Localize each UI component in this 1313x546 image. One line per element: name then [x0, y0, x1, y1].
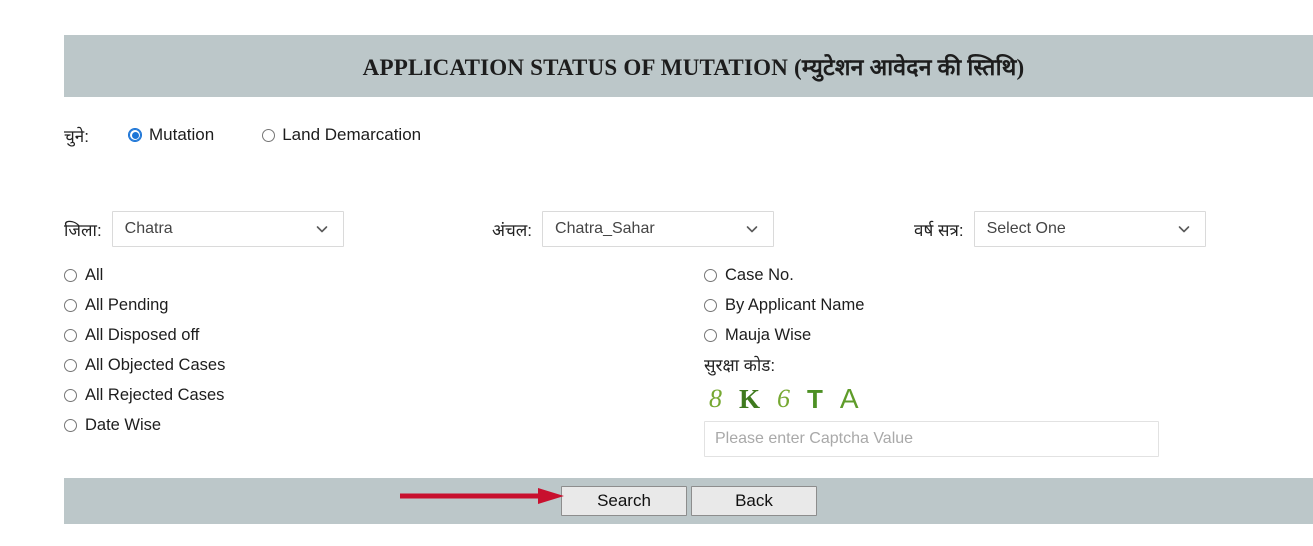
district-field-group: जिला: Chatra: [64, 210, 344, 248]
radio-all-icon[interactable]: [64, 268, 77, 282]
radio-all-rejected-cases-icon[interactable]: [64, 388, 77, 402]
district-label: जिला:: [64, 220, 102, 240]
radio-option-mutation[interactable]: Mutation: [128, 125, 214, 145]
radio-option-all-rejected-cases[interactable]: All Rejected Cases: [64, 380, 225, 410]
year-session-label: वर्ष सत्र:: [914, 220, 964, 240]
radio-option-by-applicant-name[interactable]: By Applicant Name: [704, 290, 864, 320]
captcha-char-4: T: [807, 384, 823, 414]
radio-all-pending-label: All Pending: [85, 295, 169, 314]
choose-type-row: चुने: Mutation Land Demarcation: [64, 120, 1313, 150]
back-button[interactable]: Back: [691, 486, 817, 516]
circle-select[interactable]: Chatra_Sahar: [542, 211, 775, 247]
page-footer: Search Back: [64, 478, 1313, 524]
radio-all-label: All: [85, 265, 104, 284]
radio-option-mauja-wise[interactable]: Mauja Wise: [704, 320, 864, 350]
radio-date-wise-icon[interactable]: [64, 418, 77, 432]
chevron-down-icon: [745, 222, 759, 236]
radio-all-objected-cases-label: All Objected Cases: [85, 355, 226, 374]
radio-land-demarcation-icon[interactable]: [262, 128, 276, 142]
radio-mauja-wise-icon[interactable]: [704, 328, 717, 342]
radio-option-land-demarcation[interactable]: Land Demarcation: [262, 125, 421, 145]
radio-option-date-wise[interactable]: Date Wise: [64, 410, 225, 440]
page-title: APPLICATION STATUS OF MUTATION (म्युटेशन…: [362, 55, 1025, 80]
chevron-down-icon: [315, 222, 329, 236]
year-session-selected-value: Select One: [986, 220, 1066, 237]
radio-all-disposed-off-label: All Disposed off: [85, 325, 200, 344]
captcha-char-2: K: [739, 383, 761, 414]
captcha-char-5: A: [839, 383, 859, 414]
captcha-image: 8 K 6 T A: [709, 383, 949, 415]
choose-label: चुने:: [64, 126, 89, 146]
search-button[interactable]: Search: [561, 486, 687, 516]
radio-all-pending-icon[interactable]: [64, 298, 77, 312]
circle-label: अंचल:: [492, 220, 533, 240]
radio-option-all-disposed-off[interactable]: All Disposed off: [64, 320, 225, 350]
radio-option-case-no[interactable]: Case No.: [704, 260, 864, 290]
filters-row: जिला: Chatra अंचल: Chatra_Sahar वर्ष सत्…: [64, 210, 1313, 248]
radio-date-wise-label: Date Wise: [85, 415, 162, 434]
radio-option-all[interactable]: All: [64, 260, 225, 290]
radio-option-all-pending[interactable]: All Pending: [64, 290, 225, 320]
captcha-label: सुरक्षा कोड:: [704, 356, 776, 375]
right-filter-options: Case No. By Applicant Name Mauja Wise: [704, 260, 864, 350]
captcha-char-3: 6: [777, 384, 791, 413]
left-filter-options: All All Pending All Disposed off All Obj…: [64, 260, 225, 440]
radio-option-all-objected-cases[interactable]: All Objected Cases: [64, 350, 225, 380]
radio-case-no-icon[interactable]: [704, 268, 717, 282]
district-selected-value: Chatra: [124, 220, 173, 237]
radio-case-no-label: Case No.: [725, 265, 794, 284]
radio-by-applicant-name-icon[interactable]: [704, 298, 717, 312]
radio-all-objected-cases-icon[interactable]: [64, 358, 77, 372]
page-root: APPLICATION STATUS OF MUTATION (म्युटेशन…: [0, 0, 1313, 546]
captcha-input[interactable]: [704, 421, 1159, 457]
circle-selected-value: Chatra_Sahar: [555, 220, 655, 237]
captcha-char-1: 8: [709, 384, 722, 413]
radio-land-demarcation-label: Land Demarcation: [282, 125, 422, 144]
radio-mauja-wise-label: Mauja Wise: [725, 325, 812, 344]
radio-all-rejected-cases-label: All Rejected Cases: [85, 385, 225, 404]
radio-mutation-label: Mutation: [149, 125, 215, 144]
year-session-select[interactable]: Select One: [973, 211, 1206, 247]
circle-field-group: अंचल: Chatra_Sahar: [492, 210, 775, 248]
district-select[interactable]: Chatra: [111, 211, 344, 247]
chevron-down-icon: [1177, 222, 1191, 236]
radio-by-applicant-name-label: By Applicant Name: [725, 295, 865, 314]
radio-all-disposed-off-icon[interactable]: [64, 328, 77, 342]
page-header: APPLICATION STATUS OF MUTATION (म्युटेशन…: [64, 35, 1313, 97]
radio-mutation-icon[interactable]: [128, 128, 142, 142]
year-session-field-group: वर्ष सत्र: Select One: [914, 210, 1206, 248]
